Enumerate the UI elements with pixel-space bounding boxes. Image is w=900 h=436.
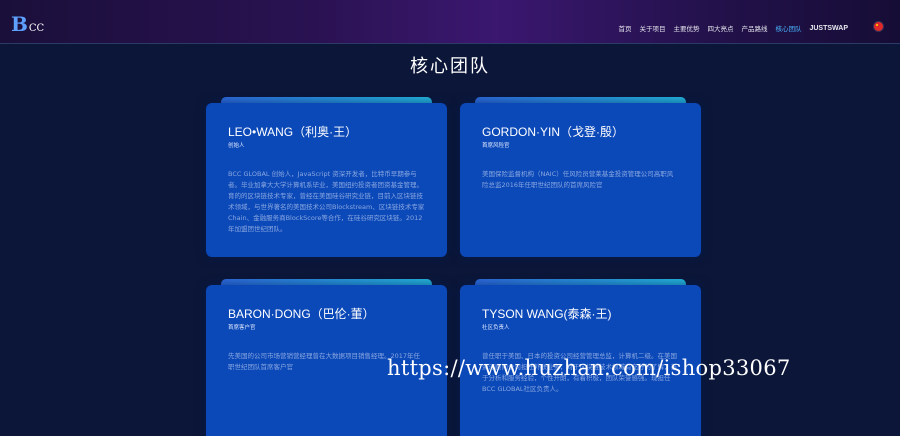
logo-letter-b: B xyxy=(11,12,28,36)
url-watermark: https://www.huzhan.com/ishop33067 xyxy=(387,356,791,380)
member-name: BARON·DONG（巴伦·董） xyxy=(228,307,375,321)
nav-about-project[interactable]: 关于项目 xyxy=(639,23,665,33)
member-description: 美国保险监督机构（NAIC）任风险员营莱基金投资管理公司高职风险总监2016年任… xyxy=(482,170,674,189)
top-header: B CC 首页 关于项目 主要优势 四大亮点 产品路线 核心团队 JUSTSWA… xyxy=(0,0,900,44)
china-flag-icon[interactable] xyxy=(874,22,883,31)
main-nav: 首页 关于项目 主要优势 四大亮点 产品路线 核心团队 JUSTSWAP xyxy=(618,23,848,34)
section-title: 核心团队 xyxy=(410,56,490,77)
nav-core-team[interactable]: 核心团队 xyxy=(775,23,801,33)
nav-highlights[interactable]: 四大亮点 xyxy=(707,23,733,33)
nav-home[interactable]: 首页 xyxy=(618,23,631,33)
member-name: GORDON·YIN（戈登·殷） xyxy=(482,125,624,139)
member-name: TYSON WANG(泰森·王) xyxy=(482,307,612,321)
logo-letters-cc: CC xyxy=(28,23,45,34)
bcc-logo[interactable]: B CC xyxy=(11,12,45,36)
member-description: BCC GLOBAL 创始人，JavaScript 资深开发者，比特币早期参与者… xyxy=(228,170,425,233)
member-role: 创始人 xyxy=(228,143,245,149)
member-role: 首席客户官 xyxy=(228,325,256,331)
card-body: GORDON·YIN（戈登·殷） 首席风险官 美国保险监督机构（NAIC）任风险… xyxy=(460,103,701,257)
nav-roadmap[interactable]: 产品路线 xyxy=(741,23,767,33)
card-body: LEO•WANG（利奥·王） 创始人 BCC GLOBAL 创始人，JavaSc… xyxy=(206,103,447,257)
member-name: LEO•WANG（利奥·王） xyxy=(228,125,358,139)
nav-justswap[interactable]: JUSTSWAP xyxy=(809,25,848,32)
member-role: 社区负责人 xyxy=(482,325,510,331)
member-role: 首席风险官 xyxy=(482,143,510,149)
nav-advantages[interactable]: 主要优势 xyxy=(673,23,699,33)
